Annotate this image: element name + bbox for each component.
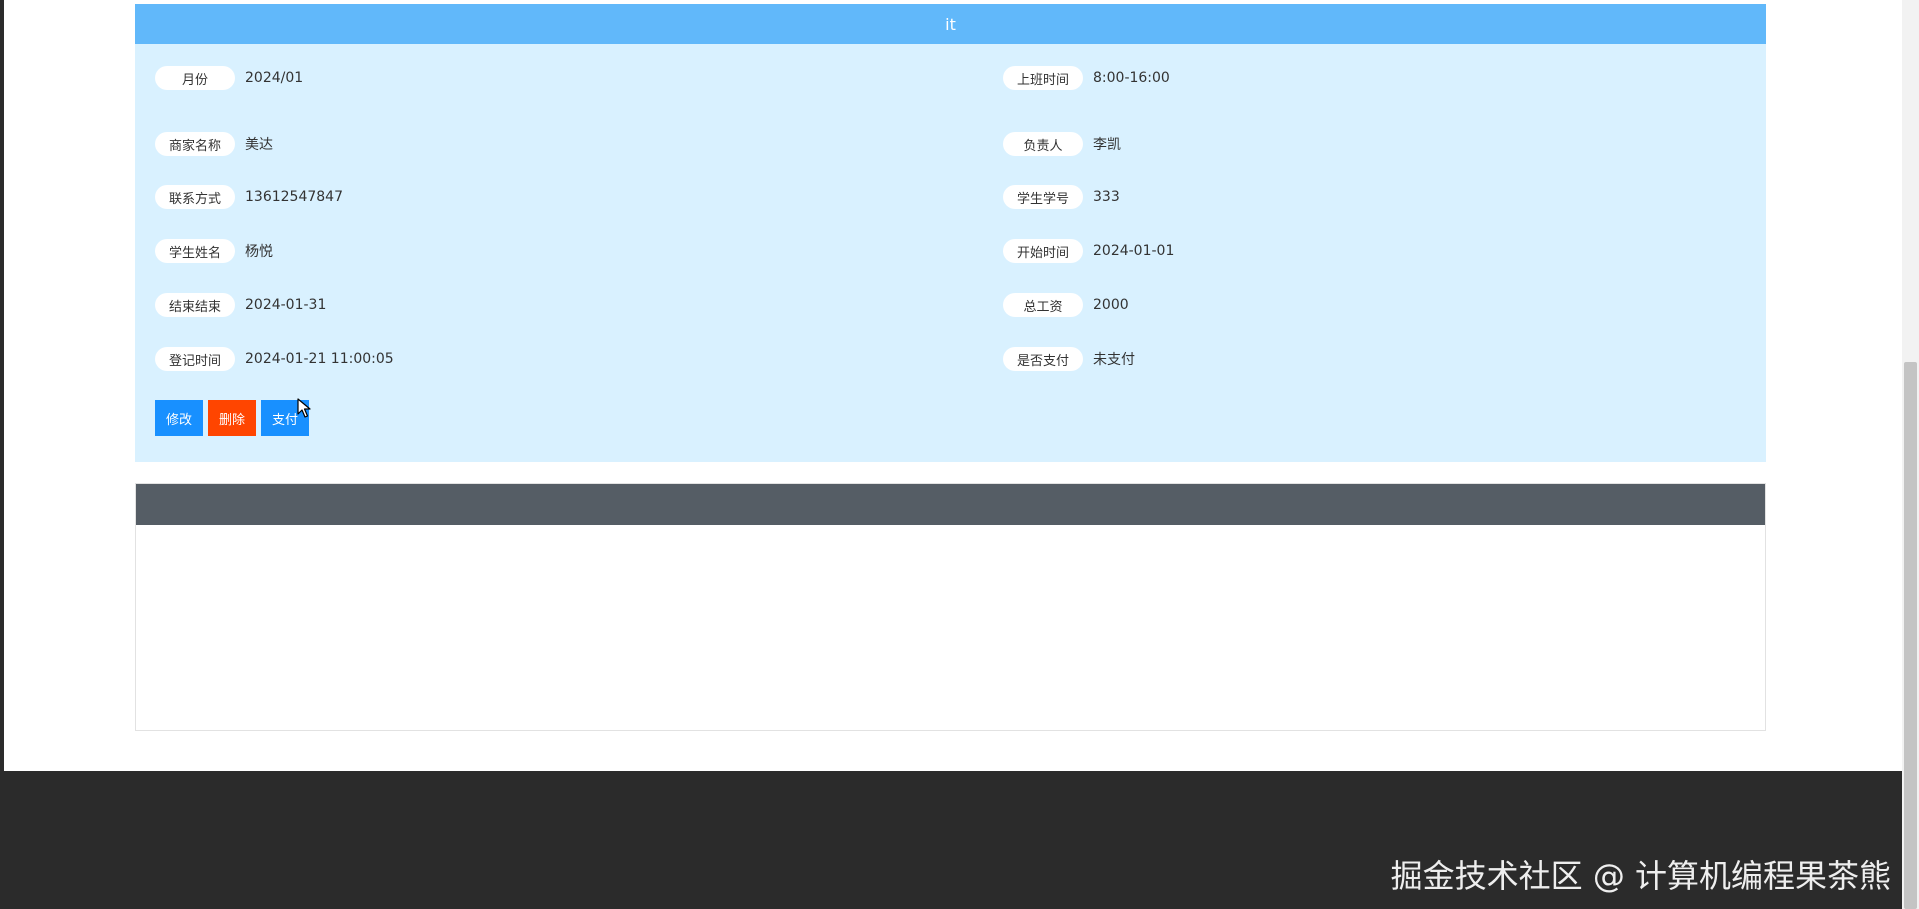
field-manager: 负责人 李凯 — [1003, 132, 1121, 156]
vertical-scrollbar[interactable] — [1902, 0, 1919, 909]
field-value: 2024-01-21 11:00:05 — [245, 351, 394, 367]
field-contact: 联系方式 13612547847 — [155, 185, 343, 209]
field-label: 开始时间 — [1003, 239, 1083, 263]
field-end-date: 结束结束 2024-01-31 — [155, 293, 326, 317]
field-payment-status: 是否支付 未支付 — [1003, 347, 1135, 371]
footer: 掘金技术社区 @ 计算机编程果茶熊 — [0, 771, 1919, 909]
field-label: 是否支付 — [1003, 347, 1083, 371]
field-value: 13612547847 — [245, 189, 343, 205]
field-student-name: 学生姓名 杨悦 — [155, 239, 273, 263]
delete-button[interactable]: 删除 — [208, 400, 256, 436]
edit-button[interactable]: 修改 — [155, 400, 203, 436]
comment-card — [135, 483, 1766, 731]
field-label: 学生学号 — [1003, 185, 1083, 209]
field-label: 商家名称 — [155, 132, 235, 156]
field-work-time: 上班时间 8:00-16:00 — [1003, 66, 1170, 90]
field-label: 结束结束 — [155, 293, 235, 317]
field-label: 总工资 — [1003, 293, 1083, 317]
field-label: 月份 — [155, 66, 235, 90]
left-edge — [0, 0, 4, 771]
mouse-cursor-icon — [297, 398, 311, 418]
field-merchant-name: 商家名称 美达 — [155, 132, 273, 156]
field-start-date: 开始时间 2024-01-01 — [1003, 239, 1174, 263]
field-label: 登记时间 — [155, 347, 235, 371]
page: it 月份 2024/01 上班时间 8:00-16:00 商家名称 美达 负责… — [0, 0, 1919, 909]
field-value: 2024/01 — [245, 70, 304, 86]
field-value: 2024-01-31 — [245, 297, 327, 313]
field-total-salary: 总工资 2000 — [1003, 293, 1129, 317]
field-value: 8:00-16:00 — [1093, 70, 1170, 86]
field-label: 学生姓名 — [155, 239, 235, 263]
field-value: 美达 — [245, 137, 273, 153]
field-value: 333 — [1093, 189, 1120, 205]
field-label: 上班时间 — [1003, 66, 1083, 90]
field-value: 2024-01-01 — [1093, 243, 1175, 259]
field-value: 李凯 — [1093, 137, 1121, 153]
comment-header — [136, 484, 1765, 525]
field-value: 未支付 — [1093, 352, 1135, 368]
scrollbar-thumb[interactable] — [1904, 362, 1917, 909]
detail-title: it — [945, 14, 956, 34]
field-label: 联系方式 — [155, 185, 235, 209]
detail-card: it 月份 2024/01 上班时间 8:00-16:00 商家名称 美达 负责… — [135, 4, 1766, 462]
field-month: 月份 2024/01 — [155, 66, 303, 90]
field-value: 2000 — [1093, 297, 1129, 313]
detail-header: it — [135, 4, 1766, 44]
watermark-text: 掘金技术社区 @ 计算机编程果茶熊 — [1390, 857, 1891, 895]
field-student-id: 学生学号 333 — [1003, 185, 1120, 209]
field-label: 负责人 — [1003, 132, 1083, 156]
field-value: 杨悦 — [245, 244, 273, 260]
field-register-time: 登记时间 2024-01-21 11:00:05 — [155, 347, 394, 371]
